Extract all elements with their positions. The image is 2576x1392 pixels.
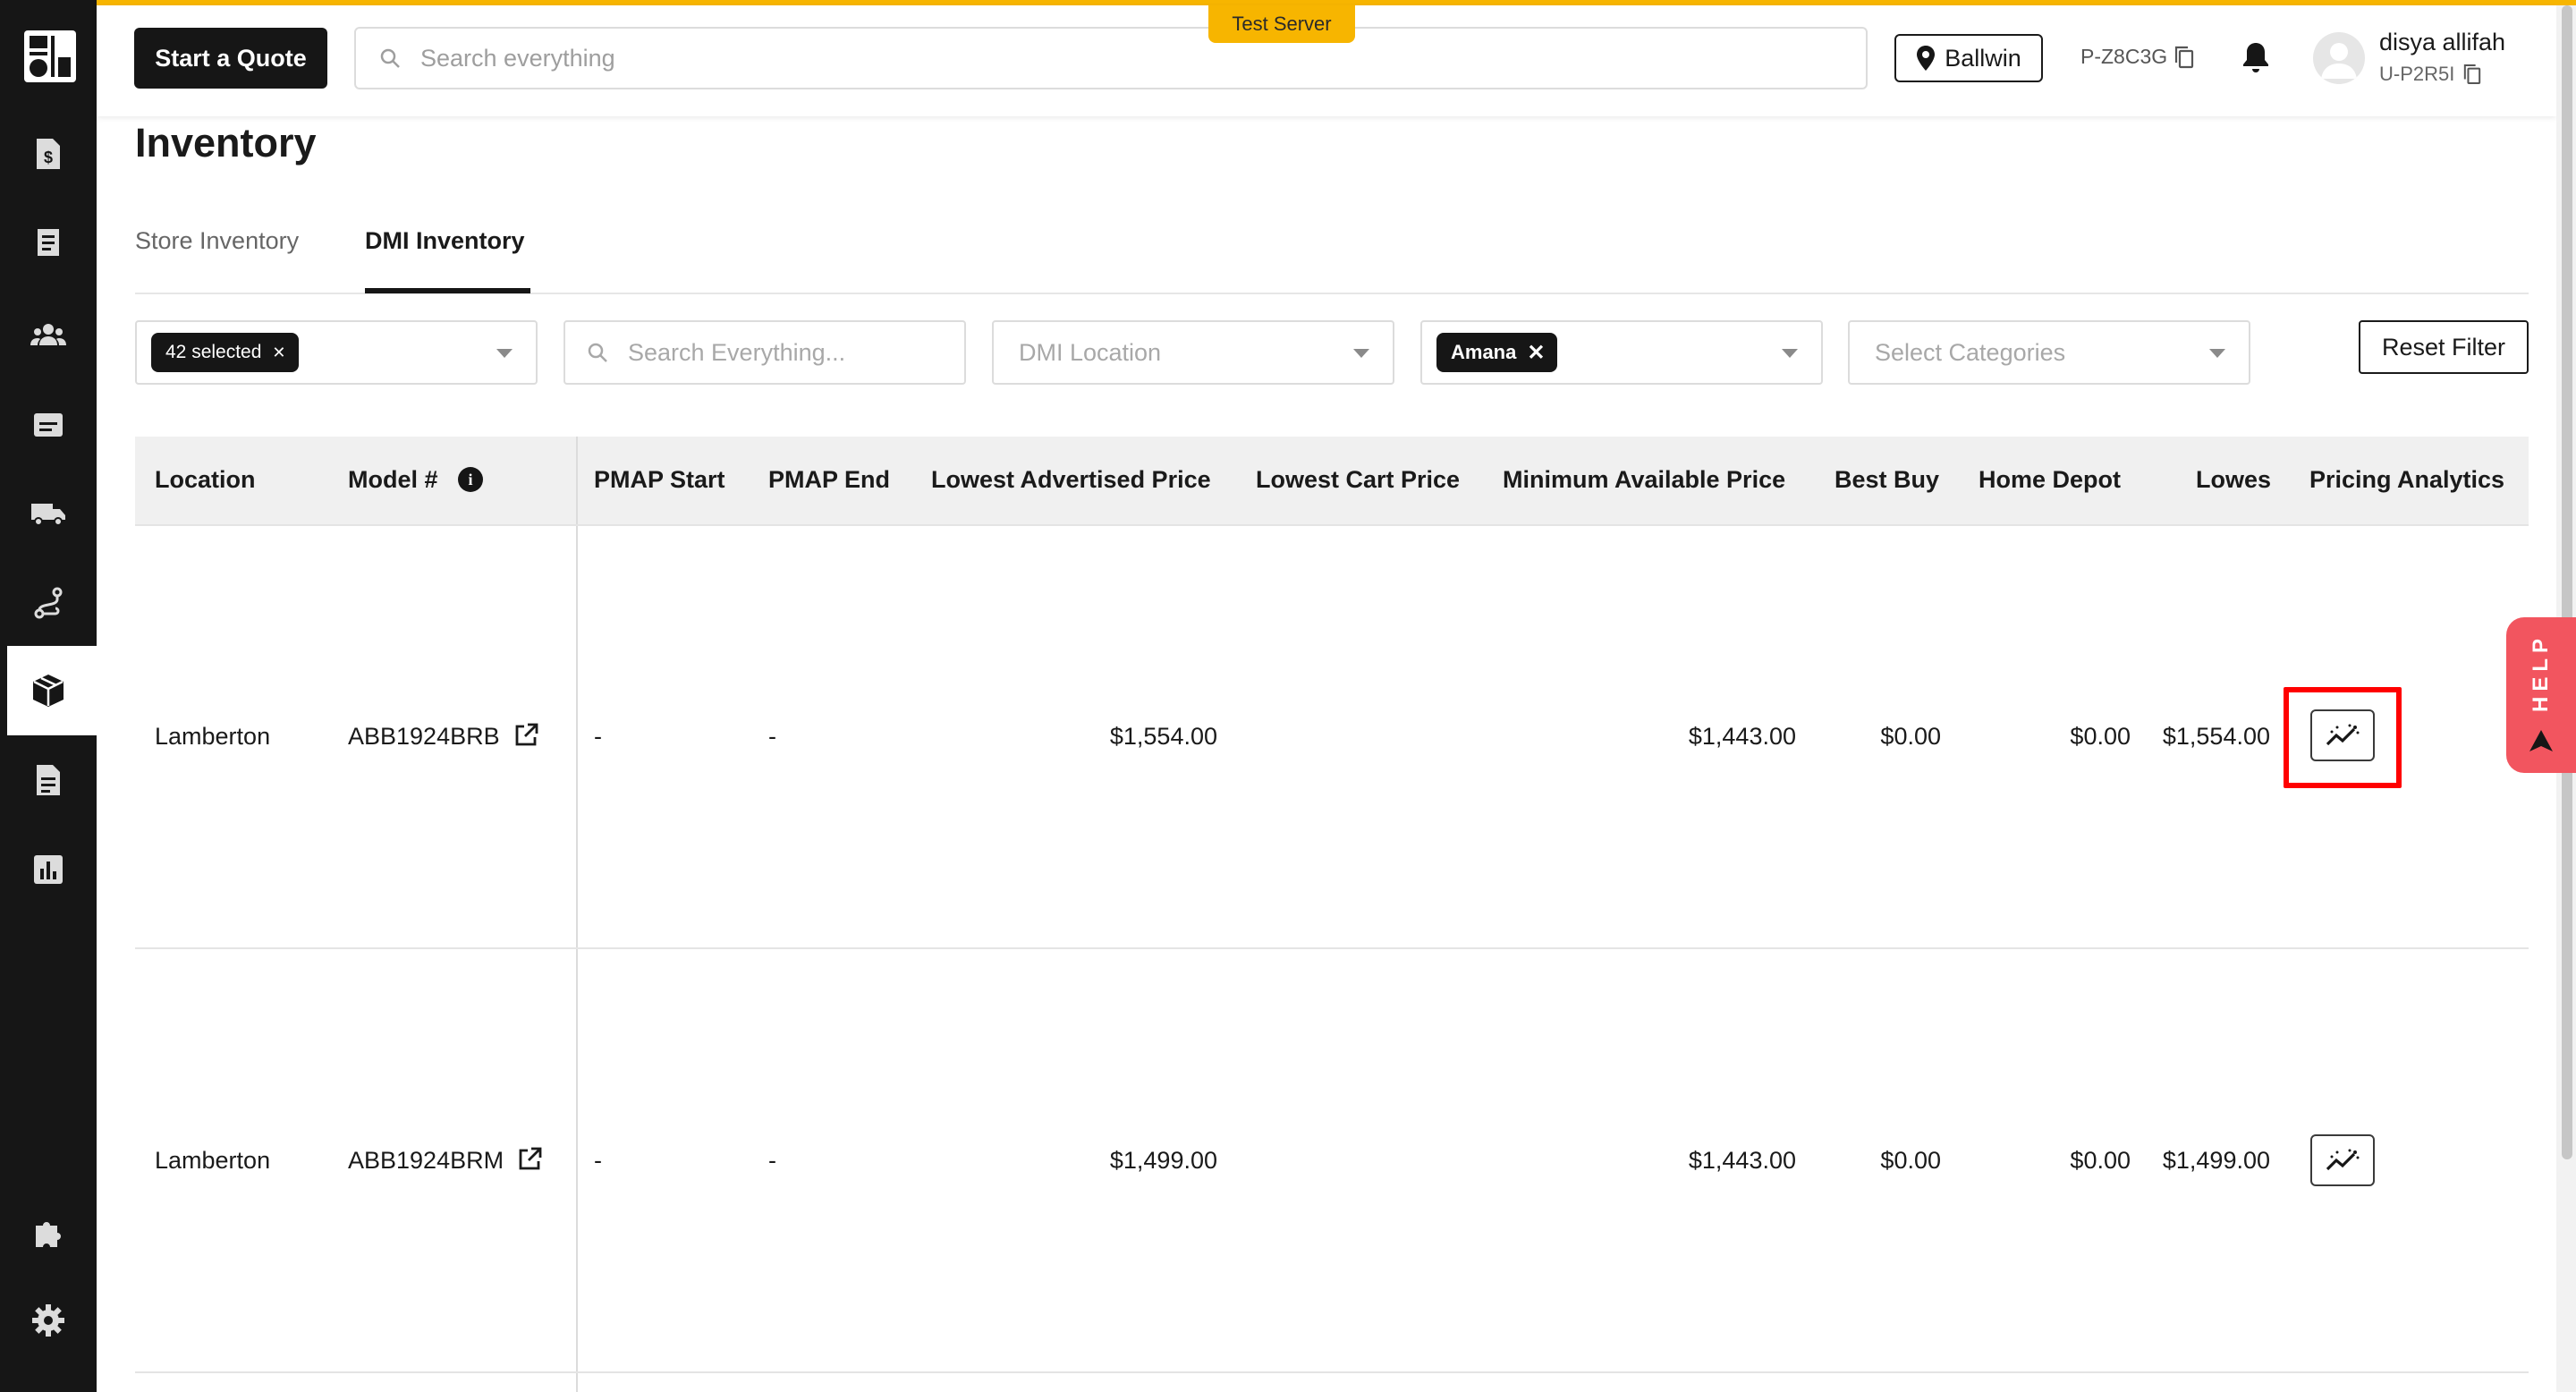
cell-pmap-end: -	[768, 1147, 776, 1174]
table-column-divider	[576, 437, 578, 1392]
cell-minimum-available-price: $1,443.00	[1688, 723, 1796, 750]
cell-minimum-available-price: $1,443.00	[1688, 1147, 1796, 1174]
close-icon[interactable]: ✕	[272, 344, 285, 362]
column-header-minimum-available-price[interactable]: Minimum Available Price	[1503, 466, 1785, 494]
active-tab-underline	[365, 288, 530, 293]
inventory-search-placeholder: Search Everything...	[628, 338, 846, 366]
table-row-divider	[135, 524, 2529, 526]
analytics-chart-icon[interactable]	[30, 852, 66, 887]
highlight-box	[2284, 687, 2402, 788]
location-pin-icon	[1917, 46, 1936, 71]
reset-filter-button[interactable]: Reset Filter	[2359, 320, 2529, 374]
cell-lowest-advertised-price: $1,499.00	[1109, 1147, 1217, 1174]
help-arrow-icon	[2529, 730, 2553, 751]
document-icon[interactable]	[30, 762, 66, 798]
column-header-best-buy[interactable]: Best Buy	[1835, 466, 1939, 494]
external-link-icon[interactable]	[513, 723, 538, 748]
column-header-pmap-end[interactable]: PMAP End	[768, 466, 890, 494]
column-header-location[interactable]: Location	[155, 466, 256, 494]
partner-code-text: P-Z8C3G	[2080, 45, 2168, 68]
truck-icon[interactable]	[30, 496, 66, 531]
brand-select-filter[interactable]: Amana ✕	[1420, 320, 1823, 385]
brand-chip-label: Amana	[1451, 341, 1517, 363]
folder-icon[interactable]	[30, 407, 66, 443]
cell-lowes: $1,554.00	[2162, 723, 2270, 750]
copy-icon[interactable]	[2174, 46, 2194, 69]
categories-placeholder: Select Categories	[1875, 338, 2066, 366]
cell-model[interactable]: ABB1924BRB	[348, 723, 500, 751]
store-select-filter[interactable]: 42 selected ✕	[135, 320, 538, 385]
search-icon	[380, 48, 400, 68]
settings-icon[interactable]	[30, 1303, 66, 1338]
receipt-icon[interactable]	[30, 225, 66, 261]
external-link-icon[interactable]	[517, 1147, 542, 1172]
page-scrollbar-thumb[interactable]	[2562, 5, 2572, 1159]
copy-icon[interactable]	[2463, 64, 2481, 85]
test-server-badge: Test Server	[1208, 5, 1355, 43]
user-code: U-P2R5I	[2379, 63, 2481, 86]
invoice-dollar-icon[interactable]: $	[30, 136, 66, 172]
chevron-down-icon[interactable]	[496, 349, 513, 358]
dmi-location-select[interactable]: DMI Location	[992, 320, 1394, 385]
route-icon[interactable]	[30, 585, 66, 621]
search-icon	[588, 343, 607, 362]
inventory-box-icon[interactable]	[30, 673, 66, 709]
user-avatar[interactable]	[2313, 32, 2365, 84]
table-row-divider	[135, 1371, 2529, 1373]
cell-lowest-advertised-price: $1,554.00	[1109, 723, 1217, 750]
brand-chip[interactable]: Amana ✕	[1436, 333, 1558, 372]
categories-select[interactable]: Select Categories	[1848, 320, 2250, 385]
dmi-location-placeholder: DMI Location	[1019, 338, 1162, 366]
column-header-pmap-start[interactable]: PMAP Start	[594, 466, 725, 494]
cell-lowes: $1,499.00	[2162, 1147, 2270, 1174]
store-logo[interactable]	[24, 30, 76, 82]
users-icon[interactable]	[30, 317, 66, 352]
cell-model[interactable]: ABB1924BRM	[348, 1147, 504, 1175]
cell-home-depot: $0.00	[2070, 1147, 2131, 1174]
store-location-button[interactable]: Ballwin	[1894, 34, 2043, 82]
help-label[interactable]: HELP	[2529, 633, 2554, 712]
cell-pmap-start: -	[594, 723, 602, 750]
partner-code: P-Z8C3G	[2080, 45, 2194, 69]
cell-pmap-start: -	[594, 1147, 602, 1174]
store-location-label: Ballwin	[1945, 44, 2021, 72]
sidebar: $	[0, 0, 97, 1392]
start-quote-button[interactable]: Start a Quote	[134, 28, 327, 89]
info-icon[interactable]: i	[458, 467, 483, 492]
user-code-text: U-P2R5I	[2379, 63, 2455, 85]
user-name[interactable]: disya allifah	[2379, 29, 2505, 56]
column-header-home-depot[interactable]: Home Depot	[1979, 466, 2121, 494]
close-icon[interactable]: ✕	[1527, 340, 1545, 366]
column-header-lowest-advertised-price[interactable]: Lowest Advertised Price	[931, 466, 1211, 494]
cell-location: Lamberton	[155, 723, 271, 750]
sidebar-active-indicator	[0, 646, 7, 735]
cell-pmap-end: -	[768, 723, 776, 750]
tab-store-inventory[interactable]: Store Inventory	[135, 227, 299, 255]
notifications-bell-icon[interactable]	[2241, 41, 2270, 78]
puzzle-icon[interactable]	[30, 1215, 66, 1251]
chevron-down-icon[interactable]	[1782, 349, 1798, 358]
page-title: Inventory	[135, 120, 317, 166]
global-search-placeholder: Search everything	[420, 44, 615, 72]
chevron-down-icon[interactable]	[1353, 349, 1369, 358]
global-search-input[interactable]: Search everything	[354, 27, 1868, 89]
svg-text:$: $	[44, 149, 53, 166]
inventory-search-input[interactable]: Search Everything...	[564, 320, 966, 385]
column-header-lowest-cart-price[interactable]: Lowest Cart Price	[1256, 466, 1460, 494]
cell-best-buy: $0.00	[1880, 1147, 1941, 1174]
cell-location: Lamberton	[155, 1147, 271, 1174]
analytics-trend-icon	[2326, 1149, 2360, 1171]
column-header-lowes[interactable]: Lowes	[2196, 466, 2271, 494]
cell-best-buy: $0.00	[1880, 723, 1941, 750]
table-row-divider	[135, 947, 2529, 949]
stores-selected-label: 42 selected	[165, 342, 262, 362]
chevron-down-icon[interactable]	[2209, 349, 2225, 358]
cell-home-depot: $0.00	[2070, 723, 2131, 750]
tab-dmi-inventory[interactable]: DMI Inventory	[365, 227, 525, 255]
column-header-pricing-analytics[interactable]: Pricing Analytics	[2309, 466, 2504, 494]
app-window: $ Start a Quote Search everything Test S…	[0, 0, 2576, 1392]
pricing-analytics-button[interactable]	[2310, 1134, 2375, 1186]
column-header-model[interactable]: Model #	[348, 466, 438, 494]
stores-selected-chip[interactable]: 42 selected ✕	[151, 333, 299, 372]
